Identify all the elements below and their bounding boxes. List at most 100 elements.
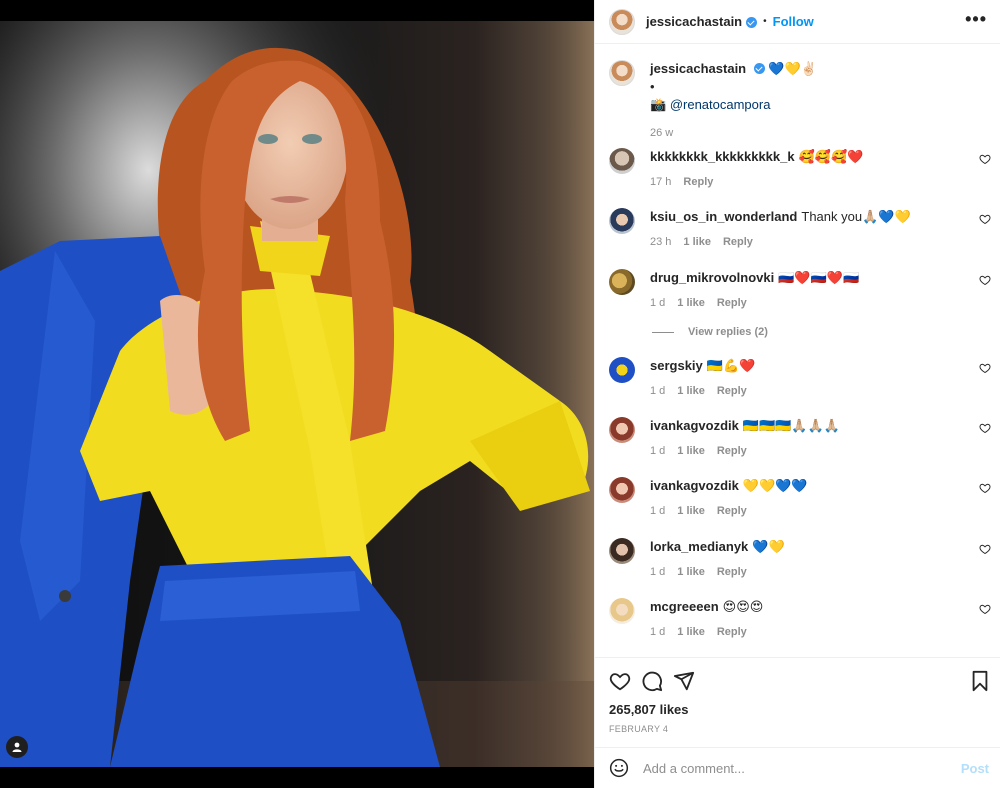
comment-item: ivankagvozdik 💛💛💙💙 1 d 1 like Reply [609,477,991,520]
reply-button[interactable]: Reply [717,294,747,312]
follow-button[interactable]: Follow [773,14,814,29]
comment-item: mcgreeeen 😍😍😍 1 d 1 like Reply [609,598,991,641]
author-username[interactable]: jessicachastain [646,14,742,29]
caption-dot: • [650,79,655,94]
commenter-avatar[interactable] [609,477,635,503]
commenter-avatar[interactable] [609,417,635,443]
comment-item: drug_mikrovolnovki 🇷🇺❤️🇷🇺❤️🇷🇺 1 d 1 like Re… [609,269,991,312]
comment-text: Thank you🙏🏼💙💛 [801,209,911,224]
comment-age: 1 d [650,626,666,638]
likes-count[interactable]: 265,807 likes [609,702,689,717]
tagged-people-button[interactable] [6,736,28,758]
comment-username[interactable]: ivankagvozdik [650,478,739,493]
more-options-icon[interactable]: ••• [965,10,987,28]
comment-username[interactable]: lorka_medianyk [650,539,748,554]
comment-likes[interactable]: 1 like [677,623,705,641]
comment-age: 1 d [650,505,666,517]
camera-emoji: 📸 [650,97,667,112]
commenter-avatar[interactable] [609,538,635,564]
comment-item: kkkkkkkk_kkkkkkkkk_k 🥰🥰🥰❤️ 17 h Reply [609,148,991,191]
caption-text: 💙💛✌🏻 [768,61,817,76]
bookmark-icon[interactable] [969,670,991,692]
reply-button[interactable]: Reply [717,442,747,460]
reply-button[interactable]: Reply [683,173,713,191]
comment-age: 1 d [650,385,666,397]
portrait-illustration [0,21,594,767]
comment-username[interactable]: ivankagvozdik [650,418,739,433]
replies-divider-line [652,331,674,333]
comment-age: 1 d [650,297,666,309]
comment-likes[interactable]: 1 like [677,294,705,312]
comment-age: 23 h [650,236,672,248]
view-replies-button[interactable]: View replies (2) [652,326,768,338]
comment-username[interactable]: sergskiy [650,358,703,373]
comment-item: ksiu_os_in_wonderland Thank you🙏🏼💙💛 23 h 1… [609,208,991,251]
post-date: FEBRUARY 4 [609,724,669,734]
comment-text: 💙💛 [752,539,785,554]
person-icon [12,742,22,752]
view-replies-label[interactable]: View replies (2) [688,326,768,338]
speech-bubble-icon[interactable] [641,670,663,692]
reply-button[interactable]: Reply [723,233,753,251]
reply-button[interactable]: Reply [717,563,747,581]
comment-like-heart-icon[interactable] [979,362,991,374]
comment-age: 1 d [650,566,666,578]
reply-button[interactable]: Reply [717,502,747,520]
add-comment-input[interactable] [643,760,943,776]
comment-username[interactable]: kkkkkkkk_kkkkkkkkk_k [650,149,795,164]
comment-username[interactable]: drug_mikrovolnovki [650,270,774,285]
comment-likes[interactable]: 1 like [683,233,711,251]
comment-username[interactable]: mcgreeeen [650,599,719,614]
caption-username[interactable]: jessicachastain [650,61,746,76]
comment-like-heart-icon[interactable] [979,213,991,225]
comment-like-heart-icon[interactable] [979,482,991,494]
comment-username[interactable]: ksiu_os_in_wonderland [650,209,797,224]
paper-plane-icon[interactable] [673,670,695,692]
reply-button[interactable]: Reply [717,382,747,400]
heart-icon[interactable] [609,670,631,692]
add-comment-bar: Post [595,747,1000,788]
reply-button[interactable]: Reply [717,623,747,641]
caption-avatar[interactable] [609,60,635,86]
comment-like-heart-icon[interactable] [979,274,991,286]
instagram-post: jessicachastain • Follow ••• jessicachas… [0,0,1000,788]
commenter-avatar[interactable] [609,269,635,295]
comment-like-heart-icon[interactable] [979,603,991,615]
comment-text: 🥰🥰🥰❤️ [798,149,864,164]
comment-item: lorka_medianyk 💙💛 1 d 1 like Reply [609,538,991,581]
comment-text: 🇺🇦💪❤️ [706,358,756,373]
comment-text: 😍😍😍 [722,599,764,614]
comment-likes[interactable]: 1 like [677,563,705,581]
commenter-avatar[interactable] [609,148,635,174]
caption-age: 26 w [650,127,674,139]
caption-mention-link[interactable]: @renatocampora [670,97,771,112]
comment-like-heart-icon[interactable] [979,543,991,555]
comment-likes[interactable]: 1 like [677,442,705,460]
commenter-avatar[interactable] [609,208,635,234]
comment-likes[interactable]: 1 like [677,502,705,520]
comment-likes[interactable]: 1 like [677,382,705,400]
post-media[interactable] [0,0,594,788]
post-caption: jessicachastain 💙💛✌🏻 • 📸 @renatocampora … [609,60,989,142]
verified-badge-icon [746,17,758,28]
comment-like-heart-icon[interactable] [979,422,991,434]
comments-scroll-area[interactable]: jessicachastain 💙💛✌🏻 • 📸 @renatocampora … [595,44,1000,656]
comment-text: 💛💛💙💙 [742,478,808,493]
smiley-icon[interactable] [609,758,629,778]
commenter-avatar[interactable] [609,598,635,624]
header-separator: • [763,16,767,27]
commenter-avatar[interactable] [609,357,635,383]
post-header: jessicachastain • Follow ••• [595,0,1000,44]
comment-like-heart-icon[interactable] [979,153,991,165]
comment-age: 17 h [650,176,672,188]
post-side-panel: jessicachastain • Follow ••• jessicachas… [594,0,1000,788]
verified-badge-icon [753,63,765,74]
comment-text: 🇷🇺❤️🇷🇺❤️🇷🇺 [778,270,860,285]
post-comment-button[interactable]: Post [961,761,989,776]
author-avatar[interactable] [609,8,635,35]
comment-item: sergskiy 🇺🇦💪❤️ 1 d 1 like Reply [609,357,991,400]
comment-age: 1 d [650,445,666,457]
post-actions: 265,807 likes FEBRUARY 4 [595,657,1000,747]
post-photo[interactable] [0,21,594,767]
comment-text: 🇺🇦🇺🇦🇺🇦🙏🏼🙏🏼🙏🏼 [742,418,840,433]
